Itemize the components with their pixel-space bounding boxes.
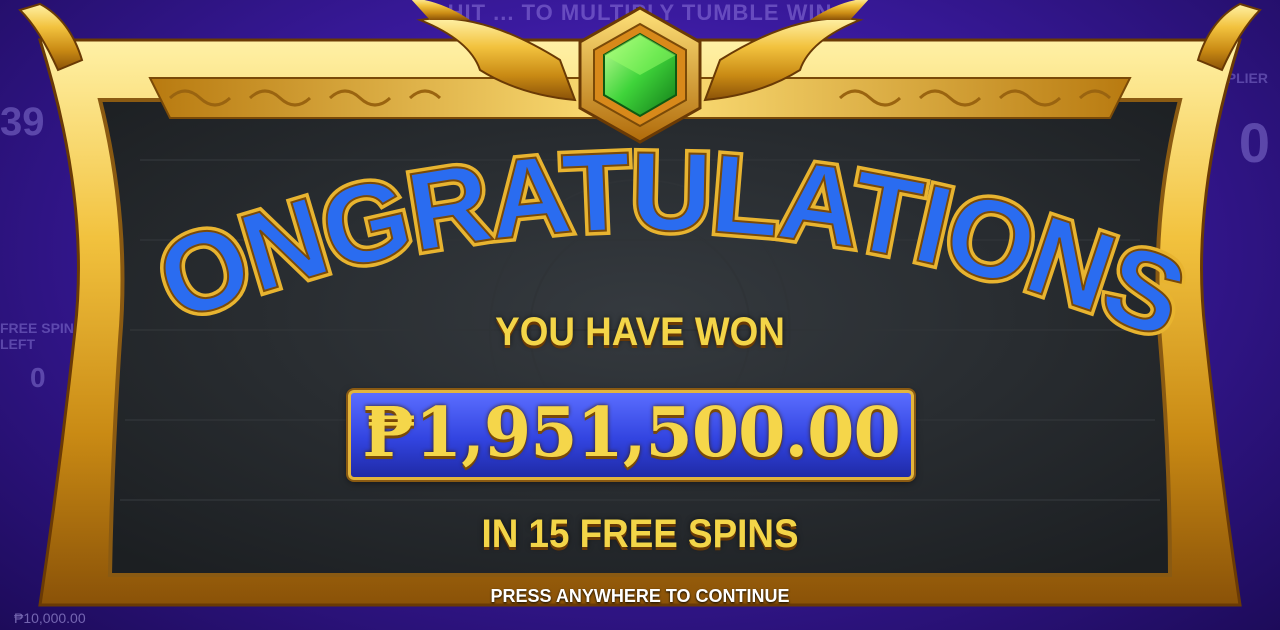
- continue-click-area[interactable]: [0, 0, 1280, 630]
